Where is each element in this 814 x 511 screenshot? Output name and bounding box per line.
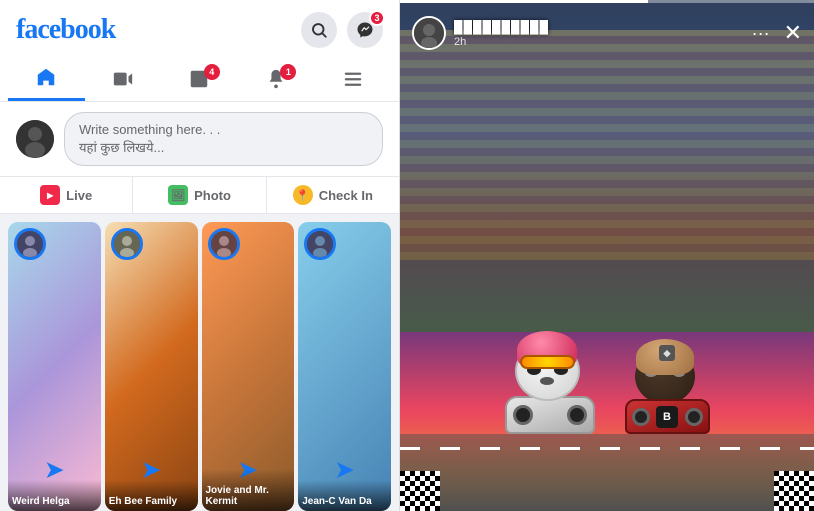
kart1-wheel-right	[567, 405, 587, 425]
checkin-button[interactable]: 📍 Check In	[267, 177, 399, 213]
home-icon	[35, 66, 57, 88]
video-icon	[112, 68, 134, 90]
kart2-wheel-left	[632, 408, 650, 426]
live-label: Live	[66, 188, 92, 203]
story-label-4: Jean-C Van Da	[298, 480, 391, 511]
tab-menu[interactable]	[314, 58, 391, 100]
checkin-icon: 📍	[293, 185, 313, 205]
facebook-feed-panel: facebook 3	[0, 0, 400, 511]
kart2-badge-letter: B	[663, 411, 671, 423]
story-label-3: Jovie and Mr. Kermit	[202, 469, 295, 511]
story-card-2[interactable]: ➤ Eh Bee Family	[105, 222, 198, 511]
story-user-image-4	[307, 231, 333, 257]
char1-kart	[505, 396, 595, 434]
char1-nose	[540, 377, 554, 385]
app-header: facebook 3	[0, 0, 399, 56]
kart-characters-scene: ◆ B	[400, 331, 814, 434]
messenger-badge: 3	[369, 10, 385, 26]
live-button[interactable]: Live	[0, 177, 133, 213]
post-placeholder: Write something here. . . यहां कुछ लिखये…	[79, 121, 368, 157]
story-progress-fill	[400, 0, 648, 3]
post-action-bar: Live 🖼 Photo 📍 Check In	[0, 176, 399, 214]
story-card-1[interactable]: ➤ Weird Helga	[8, 222, 101, 511]
post-input[interactable]: Write something here. . . यहां कुछ लिखये…	[64, 112, 383, 166]
story-viewer-panel: ◆ B	[400, 0, 814, 511]
menu-icon	[342, 68, 364, 90]
avatar-image	[16, 120, 54, 158]
kart2-wheel-right	[685, 408, 703, 426]
story-username-text: ██████████	[454, 20, 549, 34]
story-user-image-1	[17, 231, 43, 257]
checkered-corner-right	[774, 471, 814, 511]
story-username-wrapper: ██████████	[454, 18, 549, 36]
story-header: ██████████ 2h ··· ✕	[400, 0, 814, 60]
navigation-tabs: 4 1	[0, 56, 399, 102]
char2-kart: B	[625, 399, 710, 434]
photo-label: Photo	[194, 188, 231, 203]
tab-marketplace[interactable]: 4	[161, 58, 238, 100]
facebook-logo: facebook	[16, 14, 115, 46]
story-label-2: Eh Bee Family	[105, 480, 198, 511]
story-close-button[interactable]: ✕	[784, 20, 802, 46]
story-avatar-1	[14, 228, 46, 260]
story-card-3[interactable]: ➤ Jovie and Mr. Kermit	[202, 222, 295, 511]
notifications-badge: 1	[280, 64, 296, 80]
live-icon	[40, 185, 60, 205]
story-user-info: ██████████ 2h	[412, 16, 549, 50]
search-icon	[310, 21, 328, 39]
tab-notifications[interactable]: 1	[238, 58, 315, 100]
kart1-wheel-left	[513, 405, 533, 425]
story-controls: ··· ✕	[752, 20, 802, 46]
stories-section: ➤ Weird Helga ➤ Eh Bee Family	[0, 214, 399, 511]
story-scene: ◆ B	[400, 0, 814, 511]
story-user-image-3	[211, 231, 237, 257]
checkered-corner-left	[400, 471, 440, 511]
story-avatar-image	[414, 18, 444, 48]
kart-character-2: ◆ B	[625, 339, 710, 434]
photo-button[interactable]: 🖼 Photo	[133, 177, 266, 213]
char2-badge-diamond: ◆	[664, 348, 671, 359]
marketplace-badge: 4	[204, 64, 220, 80]
tab-video[interactable]	[85, 58, 162, 100]
story-user-image-2	[114, 231, 140, 257]
kart2-badge: B	[656, 406, 678, 428]
post-composer: Write something here. . . यहां कुछ लिखये…	[0, 102, 399, 176]
track-line	[400, 447, 814, 450]
char1-goggles	[520, 355, 575, 369]
story-label-1: Weird Helga	[8, 480, 101, 511]
story-avatar-4	[304, 228, 336, 260]
messenger-button[interactable]: 3	[347, 12, 383, 48]
tab-home[interactable]	[8, 56, 85, 101]
photo-icon: 🖼	[168, 185, 188, 205]
char2-head-container: ◆	[635, 339, 700, 404]
stories-grid: ➤ Weird Helga ➤ Eh Bee Family	[0, 222, 399, 511]
kart-character-1	[505, 331, 595, 434]
story-user-avatar	[412, 16, 446, 50]
story-options-button[interactable]: ···	[752, 23, 770, 44]
checkin-label: Check In	[319, 188, 373, 203]
story-avatar-3	[208, 228, 240, 260]
story-avatar-2	[111, 228, 143, 260]
search-button[interactable]	[301, 12, 337, 48]
char1-head-container	[515, 331, 585, 401]
header-icon-group: 3	[301, 12, 383, 48]
story-time: 2h	[454, 36, 549, 48]
user-avatar	[16, 120, 54, 158]
story-view: ◆ B	[400, 0, 814, 511]
char2-helmet-badge: ◆	[659, 345, 675, 361]
story-progress-bar	[400, 0, 814, 3]
story-user-details: ██████████ 2h	[454, 18, 549, 48]
story-card-4[interactable]: ➤ Jean-C Van Da	[298, 222, 391, 511]
